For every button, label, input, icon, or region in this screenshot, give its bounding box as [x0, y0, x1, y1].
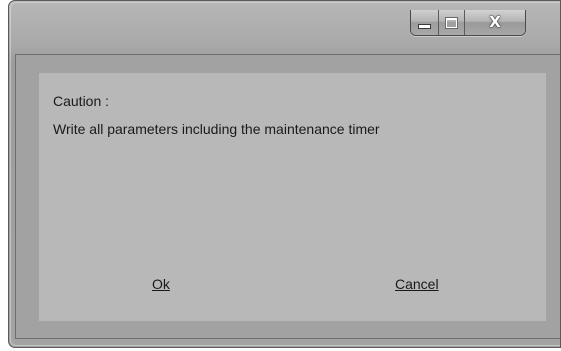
minimize-button[interactable]: [411, 10, 439, 35]
client-area: Caution : Write all parameters including…: [15, 54, 560, 339]
caption-buttons: X: [410, 10, 526, 36]
message-panel: Caution : Write all parameters including…: [39, 73, 546, 321]
cancel-button[interactable]: Cancel: [395, 276, 439, 292]
close-button[interactable]: X: [465, 10, 525, 35]
maximize-button[interactable]: [439, 10, 465, 35]
minimize-icon: [418, 24, 431, 29]
close-icon: X: [489, 13, 501, 31]
message-text: Write all parameters including the maint…: [53, 121, 380, 137]
maximize-icon: [445, 16, 458, 29]
ok-button[interactable]: Ok: [152, 276, 170, 292]
dialog-window: X Caution : Write all parameters includi…: [8, 0, 561, 348]
caution-label: Caution :: [53, 93, 110, 109]
title-bar[interactable]: X: [9, 1, 560, 45]
